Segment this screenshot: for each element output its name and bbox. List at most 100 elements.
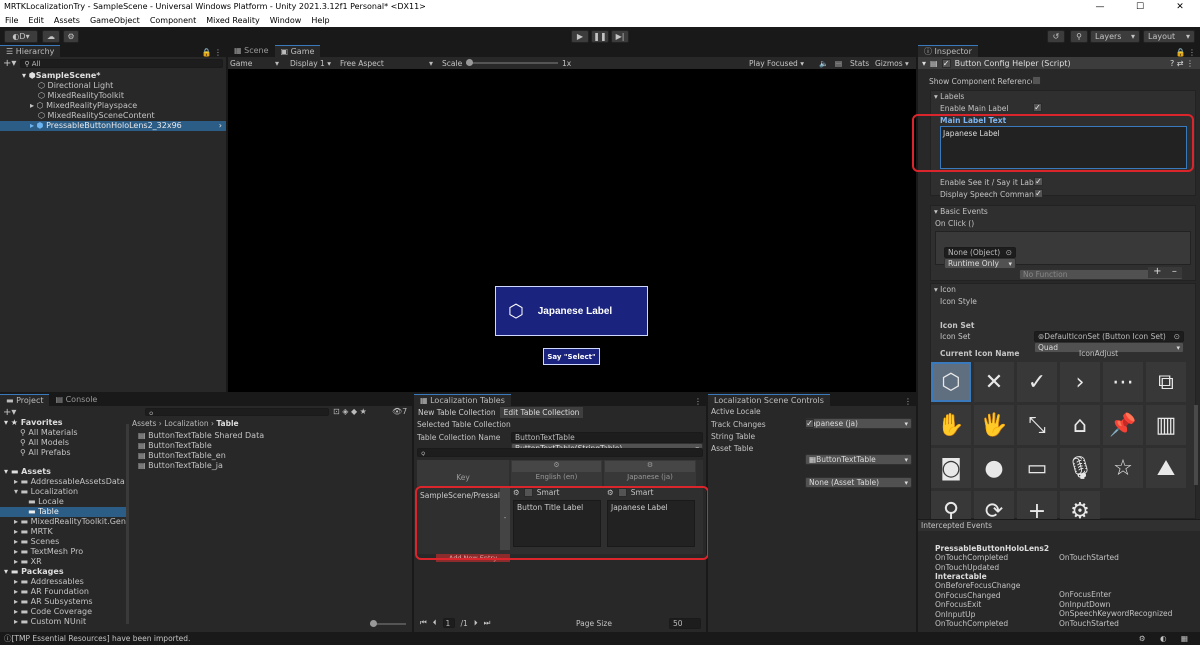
- gear-icon[interactable]: ⚙: [1060, 491, 1100, 519]
- breadcrumb-localization[interactable]: Localization: [164, 419, 208, 428]
- favorite-item[interactable]: ⚲ All Materials: [0, 428, 128, 438]
- scene-root[interactable]: ▾ ⬢ SampleScene*: [0, 71, 226, 81]
- create-button[interactable]: +▾: [3, 407, 16, 418]
- icon-set-field[interactable]: ⊚DefaultIconSet (Button Icon Set) ⊙: [1034, 331, 1184, 342]
- cloud-button[interactable]: ☁: [42, 30, 60, 43]
- menu-window[interactable]: Window: [265, 14, 307, 27]
- gear-icon[interactable]: ⚙: [512, 461, 601, 472]
- gizmos-dropdown[interactable]: Gizmos ▾: [875, 59, 909, 68]
- chat-icon[interactable]: ▭: [1017, 448, 1057, 488]
- more-icon[interactable]: ⋯: [1103, 362, 1143, 402]
- file-item[interactable]: ▤ ButtonTextTable_ja: [138, 461, 408, 471]
- enable-main-label-checkbox[interactable]: ✓: [1033, 103, 1042, 112]
- map-icon[interactable]: ⛰: [1146, 448, 1186, 488]
- record-icon[interactable]: ●: [974, 448, 1014, 488]
- panel-menu-icon[interactable]: 🔒 ⋮: [1175, 48, 1196, 57]
- aspect-dropdown[interactable]: Free Aspect: [340, 59, 384, 68]
- filter-icons[interactable]: ⊡ ◈ ◆ ★: [333, 407, 367, 416]
- panel-menu-icon[interactable]: ⋮: [904, 397, 912, 406]
- camera-icon[interactable]: ◙: [931, 448, 971, 488]
- tab-inspector[interactable]: ⓘ Inspector: [918, 45, 978, 57]
- track-changes-checkbox[interactable]: ✓: [805, 419, 814, 428]
- folder-item[interactable]: ▸ ▬ MixedRealityToolkit.Gene: [0, 517, 128, 527]
- tab-console[interactable]: ▤ Console: [49, 394, 104, 406]
- collection-name-field[interactable]: ButtonTextTable: [511, 432, 703, 443]
- basic-events-header[interactable]: ▾ Basic Events: [934, 207, 988, 216]
- icon-header[interactable]: ▾ Icon: [934, 285, 956, 294]
- chevron-right-icon[interactable]: ›: [1060, 362, 1100, 402]
- layout-icon[interactable]: ▤: [835, 59, 842, 68]
- tab-scene[interactable]: ▦ Scene: [228, 45, 275, 57]
- tab-project[interactable]: ▬ Project: [0, 394, 50, 406]
- chart-icon[interactable]: ▥: [1146, 405, 1186, 445]
- tab-localization-tables[interactable]: ▦ Localization Tables: [414, 394, 511, 406]
- folder-item[interactable]: ▾ ▬ Localization: [0, 487, 128, 497]
- column-ja[interactable]: ⚙ Japanese (ja): [604, 460, 696, 486]
- pointer-icon[interactable]: ⤡: [1017, 405, 1057, 445]
- component-enabled-checkbox[interactable]: ✓: [941, 58, 951, 68]
- close-icon[interactable]: ✕: [974, 362, 1014, 402]
- string-table-dropdown[interactable]: ▦ButtonTextTable: [805, 454, 912, 465]
- tab-scene-controls[interactable]: Localization Scene Controls: [708, 394, 830, 406]
- menu-file[interactable]: File: [0, 14, 23, 27]
- column-key[interactable]: Key: [417, 460, 509, 486]
- package-item[interactable]: ▸ ▬ AR Subsystems: [0, 597, 128, 607]
- hologram-button[interactable]: ⬡ Japanese Label: [495, 286, 648, 336]
- file-item[interactable]: ▤ ButtonTextTable: [138, 441, 408, 451]
- component-header[interactable]: ▾ ▤ ✓ Button Config Helper (Script) ? ⇄ …: [918, 57, 1200, 69]
- history-button[interactable]: ↺: [1047, 30, 1065, 43]
- menu-edit[interactable]: Edit: [23, 14, 49, 27]
- stats-button[interactable]: Stats: [850, 59, 869, 68]
- inspector-scrollbar[interactable]: [1194, 405, 1198, 485]
- enable-see-it-checkbox[interactable]: ✓: [1034, 177, 1043, 186]
- mute-icon[interactable]: 🔈: [819, 59, 828, 68]
- labels-header[interactable]: ▾ Labels: [934, 92, 964, 101]
- icon-size-slider[interactable]: [370, 620, 406, 627]
- refresh-icon[interactable]: ⟳: [974, 491, 1014, 519]
- asset-table-dropdown[interactable]: None (Asset Table): [805, 477, 912, 488]
- file-item[interactable]: ▤ ButtonTextTable Shared Data: [138, 431, 408, 441]
- new-collection-tab[interactable]: New Table Collection: [414, 408, 500, 417]
- hierarchy-item[interactable]: ▸ ⬡ MixedRealityPlayspace: [0, 101, 226, 111]
- tab-game[interactable]: ▣ Game: [274, 45, 321, 57]
- status-message[interactable]: [TMP Essential Resources] have been impo…: [12, 634, 191, 643]
- hand-ray-icon[interactable]: ✋: [931, 405, 971, 445]
- hierarchy-item[interactable]: ⬡ Directional Light: [0, 81, 226, 91]
- favorite-item[interactable]: ⚲ All Models: [0, 438, 128, 448]
- folder-item[interactable]: ▬ Locale: [0, 497, 128, 507]
- hierarchy-item[interactable]: ⬡ MixedRealityToolkit: [0, 91, 226, 101]
- menu-component[interactable]: Component: [145, 14, 201, 27]
- show-reference-checkbox[interactable]: [1032, 76, 1041, 85]
- window-icon[interactable]: ⧉: [1146, 362, 1186, 402]
- breadcrumb-table[interactable]: Table: [216, 419, 238, 428]
- account-dropdown[interactable]: ◐ D ▾: [4, 30, 38, 43]
- folder-item-selected[interactable]: ▬ Table: [0, 507, 128, 517]
- collab-button[interactable]: ⚙: [63, 30, 79, 43]
- checkmark-icon[interactable]: ✓: [1017, 362, 1057, 402]
- favorites-header[interactable]: ▾ ★ Favorites: [0, 418, 128, 428]
- menu-mixed-reality[interactable]: Mixed Reality: [201, 14, 265, 27]
- remove-event-button[interactable]: –: [1172, 267, 1177, 278]
- home-icon[interactable]: ⌂: [1060, 405, 1100, 445]
- runtime-only-dropdown[interactable]: Runtime Only: [944, 258, 1016, 269]
- assets-header[interactable]: ▾ ▬ Assets: [0, 467, 128, 477]
- package-item[interactable]: ▸ ▬ Code Coverage: [0, 607, 128, 617]
- add-event-button[interactable]: +: [1153, 267, 1161, 278]
- package-item[interactable]: ▸ ▬ AR Foundation: [0, 587, 128, 597]
- page-size-field[interactable]: 50: [669, 618, 701, 629]
- object-field[interactable]: None (Object) ⊙: [944, 247, 1016, 258]
- hierarchy-search-input[interactable]: ⚲ All: [20, 58, 223, 68]
- pause-button[interactable]: ❚❚: [591, 30, 609, 43]
- packages-header[interactable]: ▾ ▬ Packages: [0, 567, 128, 577]
- layout-dropdown[interactable]: Layout ▾: [1143, 30, 1195, 43]
- component-menu-icon[interactable]: ? ⇄ ⋮: [1170, 59, 1194, 68]
- package-item[interactable]: ▸ ▬ Custom NUnit: [0, 617, 128, 627]
- menu-help[interactable]: Help: [306, 14, 334, 27]
- pin-icon[interactable]: 📌: [1103, 405, 1143, 445]
- display-dropdown[interactable]: Display 1 ▾: [290, 59, 331, 68]
- hierarchy-item[interactable]: ⬡ MixedRealitySceneContent: [0, 111, 226, 121]
- search-button[interactable]: ⚲: [1070, 30, 1088, 43]
- layers-dropdown[interactable]: Layers ▾: [1090, 30, 1140, 43]
- menu-assets[interactable]: Assets: [49, 14, 85, 27]
- folder-item[interactable]: ▸ ▬ Scenes: [0, 537, 128, 547]
